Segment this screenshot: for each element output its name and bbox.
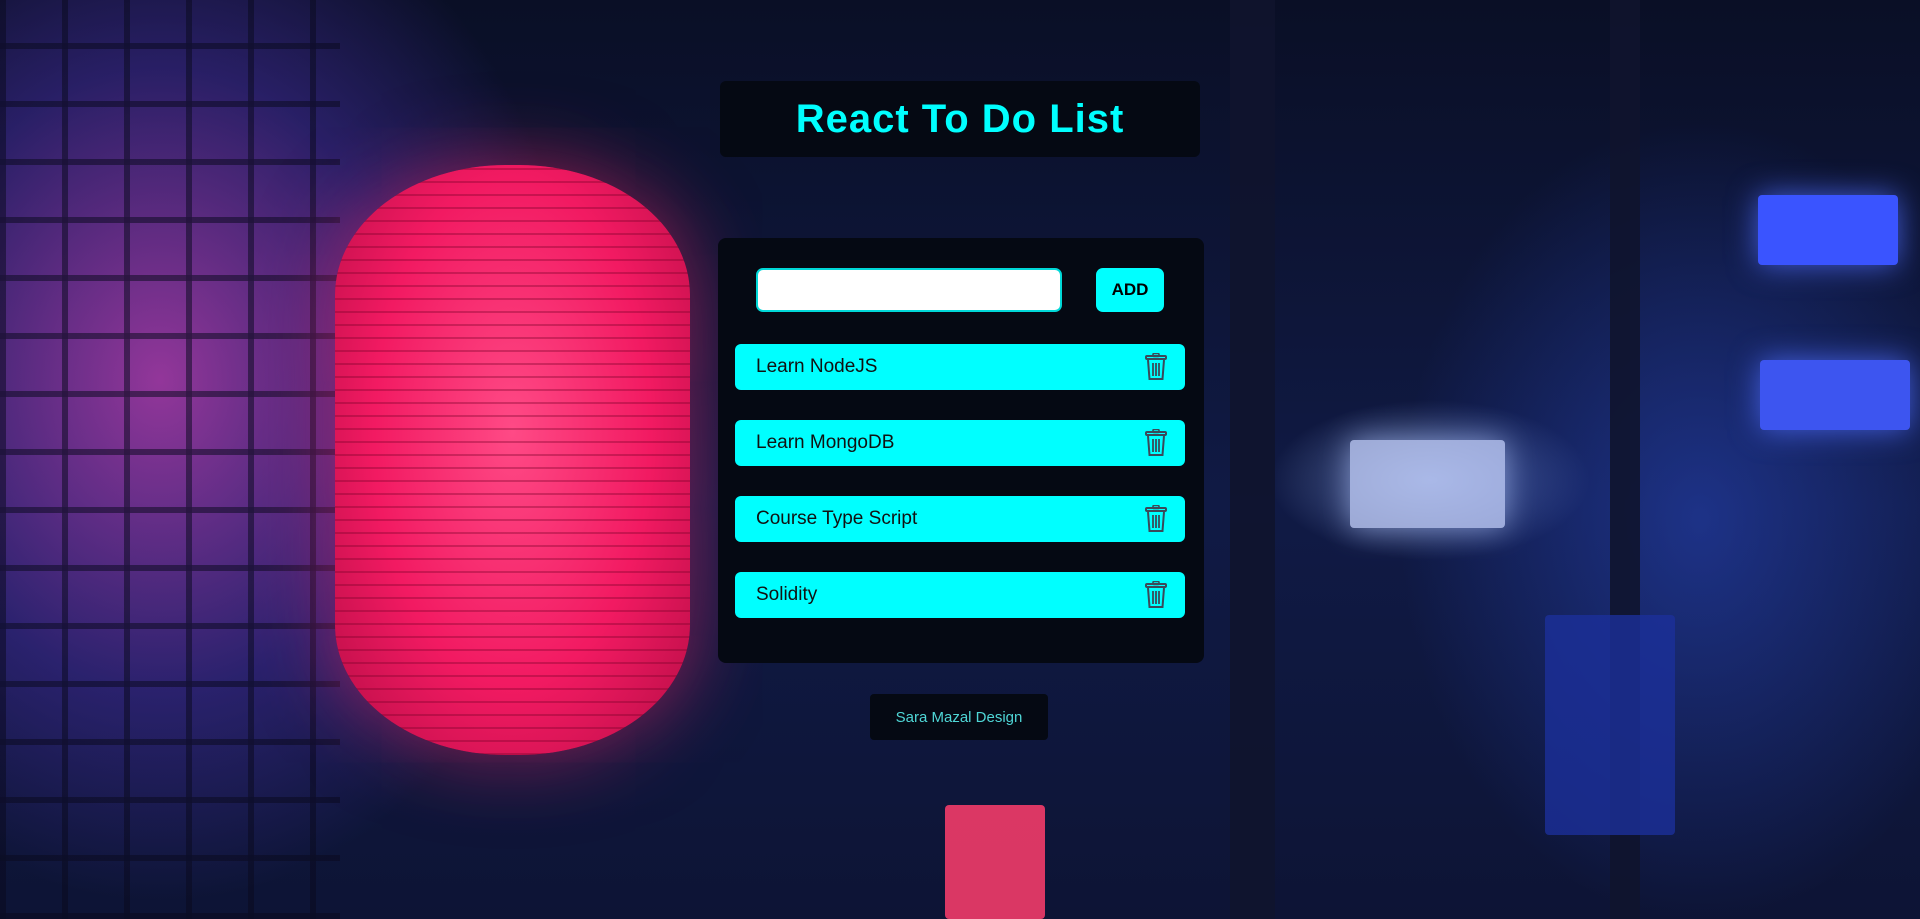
background-tile-wall: [0, 0, 340, 919]
background-neon-sign: [1350, 440, 1505, 528]
footer-credit: Sara Mazal Design: [895, 708, 1023, 726]
trash-icon[interactable]: [1142, 503, 1170, 535]
footer-credit-box: Sara Mazal Design: [870, 694, 1048, 740]
todo-item: Solidity: [735, 572, 1185, 618]
task-input[interactable]: [756, 268, 1062, 312]
todo-item: Learn MongoDB: [735, 420, 1185, 466]
background-lantern: [335, 165, 690, 755]
todo-text: Course Type Script: [756, 508, 918, 529]
todo-item: Learn NodeJS: [735, 344, 1185, 390]
page-title: React To Do List: [795, 96, 1125, 141]
todo-text: Solidity: [756, 584, 818, 605]
trash-icon[interactable]: [1142, 351, 1170, 383]
trash-icon[interactable]: [1142, 427, 1170, 459]
background-neon-sign: [1758, 195, 1898, 265]
todo-text: Learn MongoDB: [756, 432, 895, 453]
trash-icon[interactable]: [1142, 579, 1170, 611]
todo-panel: ADD Learn NodeJS Learn MongoDB Course Ty…: [718, 238, 1204, 663]
todo-text: Learn NodeJS: [756, 356, 878, 377]
background-pole: [1230, 0, 1275, 919]
title-box: React To Do List: [720, 81, 1200, 157]
add-button[interactable]: ADD: [1096, 268, 1164, 312]
todo-item: Course Type Script: [735, 496, 1185, 542]
background-neon-sign: [1760, 360, 1910, 430]
background-neon-sign: [1545, 615, 1675, 835]
background-neon-sign: [945, 805, 1045, 919]
todo-list: Learn NodeJS Learn MongoDB Course Type S…: [735, 344, 1185, 648]
